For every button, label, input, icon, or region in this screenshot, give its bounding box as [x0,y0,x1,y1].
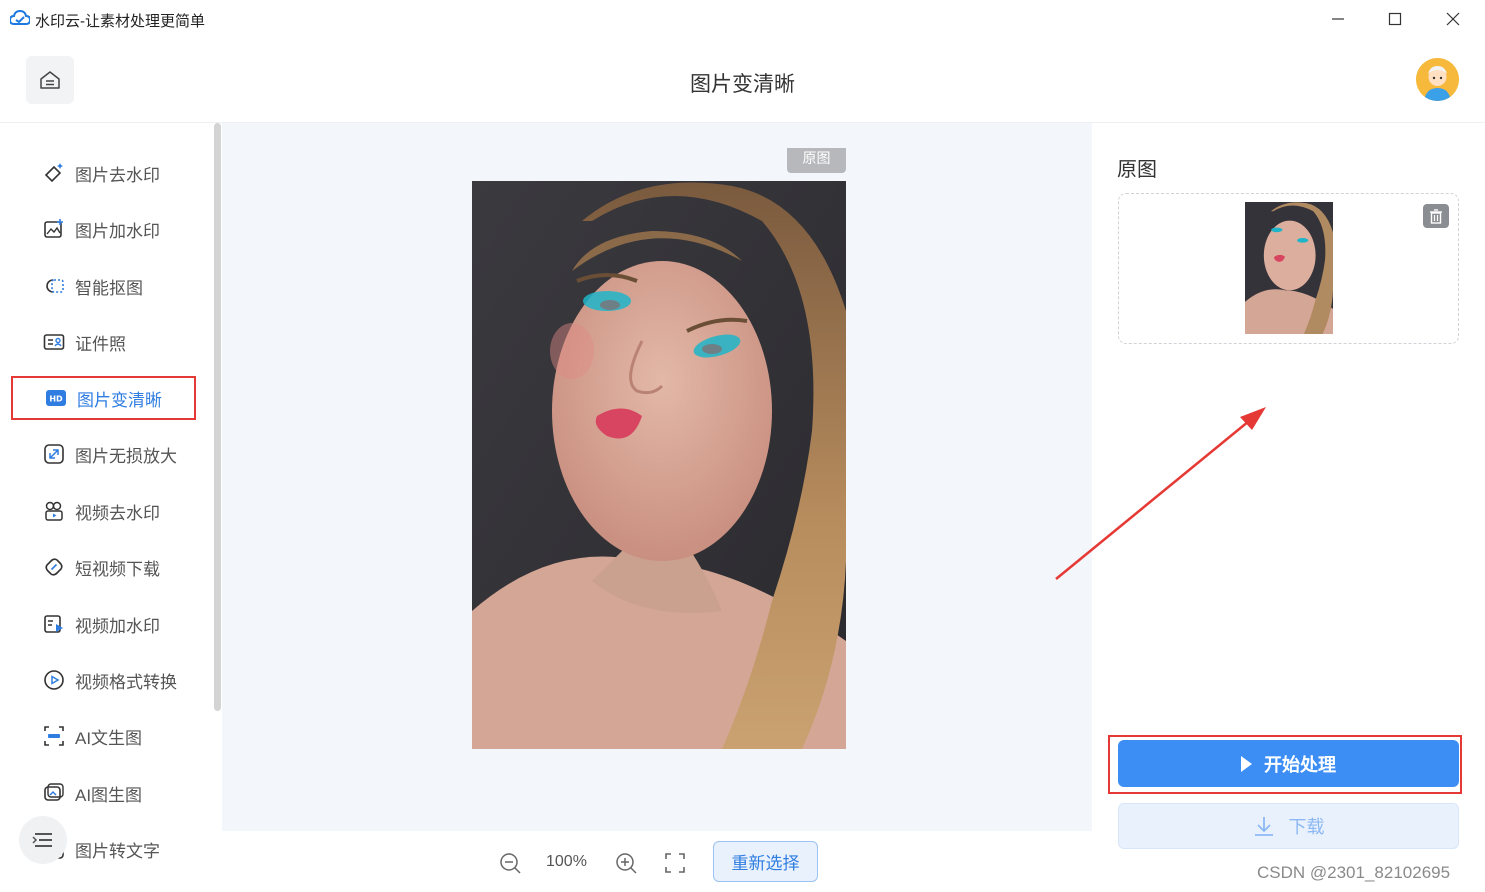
user-avatar[interactable] [1416,58,1459,101]
link-icon [42,555,66,579]
sidebar-item-video-watermark-remove[interactable]: 视频去水印 [11,489,196,533]
menu-icon [32,833,52,847]
download-icon [1254,817,1273,836]
sidebar-scrollbar[interactable] [214,123,221,711]
cutout-icon [42,274,66,298]
sidebar: 图片去水印 图片加水印 智能抠图 证件照 HD 图片变清晰 图片无损放大 视频去… [0,123,222,892]
sidebar-item-label: AI文生图 [75,728,143,748]
enlarge-icon [42,442,66,466]
maximize-button[interactable] [1375,4,1415,34]
play-icon [1241,755,1252,772]
sidebar-item-video-format-convert[interactable]: 视频格式转换 [11,658,196,702]
sidebar-item-lossless-enlarge[interactable]: 图片无损放大 [11,432,196,476]
page-title: 图片变清晰 [690,73,795,96]
download-button[interactable]: 下载 [1118,803,1459,849]
collapse-menu-button[interactable] [19,816,67,864]
sidebar-item-watermark-add[interactable]: 图片加水印 [11,207,196,251]
sidebar-item-image-enhance[interactable]: HD 图片变清晰 [11,376,196,420]
svg-text:HD: HD [49,395,63,404]
close-button[interactable] [1433,4,1473,34]
zoom-out-icon [500,853,521,874]
fullscreen-icon [665,853,685,873]
thumbnail-image [1245,202,1333,334]
original-panel-title: 原图 [1117,159,1157,181]
sidebar-item-ai-text-to-image[interactable]: AI文生图 [11,714,196,758]
sidebar-item-short-video-download[interactable]: 短视频下载 [11,545,196,589]
sidebar-item-video-watermark-add[interactable]: 视频加水印 [11,602,196,646]
original-thumbnail-card [1118,193,1459,344]
window-title: 水印云-让素材处理更简单 [35,13,205,30]
sidebar-item-label: 证件照 [75,334,126,354]
zoom-level: 100% [546,853,587,870]
preview-area: 原图 [222,123,1092,831]
eraser-icon [42,161,66,185]
reselect-button[interactable]: 重新选择 [713,841,818,882]
sidebar-item-label: 图片变清晰 [77,390,162,410]
hd-icon: HD [44,386,68,410]
video-add-icon [42,612,66,636]
title-bar: 水印云-让素材处理更简单 [0,0,1485,38]
app-logo-icon [10,10,30,25]
sidebar-item-label: 智能抠图 [75,278,143,298]
zoom-in-button[interactable] [614,851,638,875]
annotation-arrow [1055,407,1266,580]
sidebar-item-label: 图片无损放大 [75,446,177,466]
ocr-icon [42,724,66,748]
close-icon [1446,12,1460,26]
sidebar-item-cutout[interactable]: 智能抠图 [11,264,196,308]
delete-button[interactable] [1423,204,1449,228]
original-tag: 原图 [787,148,846,173]
video-eraser-icon [42,499,66,523]
minimize-icon [1332,18,1344,20]
sidebar-item-watermark-remove[interactable]: 图片去水印 [11,151,196,195]
sidebar-item-label: AI图生图 [75,785,143,805]
sidebar-item-ai-image-to-image[interactable]: AI图生图 [11,771,196,815]
fullscreen-button[interactable] [663,851,687,875]
sidebar-item-label: 视频去水印 [75,503,160,523]
trash-icon [1430,208,1442,224]
sidebar-item-label: 视频加水印 [75,616,160,636]
play-circle-icon [42,668,66,692]
id-card-icon [42,330,66,354]
download-label: 下载 [1288,817,1325,837]
zoom-in-icon [616,853,637,874]
zoom-out-button[interactable] [498,851,522,875]
app-header: 图片变清晰 [0,38,1485,123]
portrait-image [472,181,846,749]
maximize-icon [1388,12,1402,26]
start-process-button[interactable]: 开始处理 [1118,740,1459,787]
sidebar-item-label: 短视频下载 [75,559,160,579]
sidebar-item-label: 视频格式转换 [75,672,177,692]
image-add-icon [42,217,66,241]
minimize-button[interactable] [1318,4,1358,34]
preview-toolbar: 100% 重新选择 [222,831,1092,892]
original-thumbnail[interactable] [1245,202,1333,334]
sidebar-item-label: 图片去水印 [75,165,160,185]
preview-image [472,181,846,749]
sidebar-item-label: 图片加水印 [75,221,160,241]
image-stack-icon [42,781,66,805]
csdn-watermark: CSDN @2301_82102695 [1257,863,1451,882]
sidebar-item-label: 图片转文字 [75,841,160,861]
avatar-icon [1416,58,1459,101]
start-process-label: 开始处理 [1264,754,1336,775]
sidebar-item-id-photo[interactable]: 证件照 [11,320,196,364]
